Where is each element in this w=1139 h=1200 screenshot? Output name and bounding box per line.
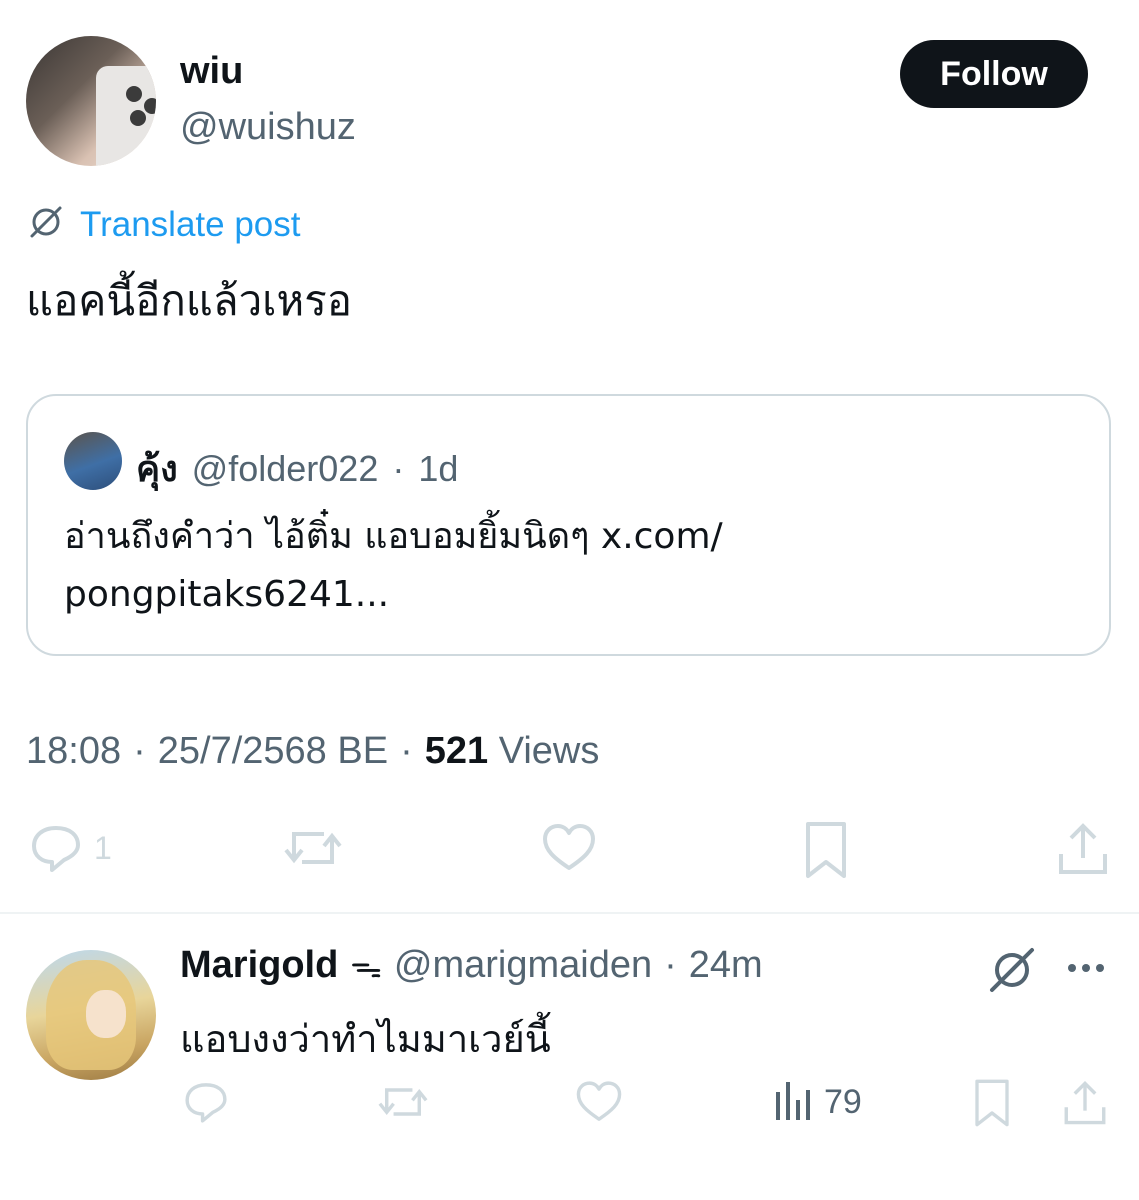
reply-author-handle[interactable]: @marigmaiden [394, 944, 652, 987]
bookmark-button[interactable] [802, 820, 850, 880]
quoted-text-line: อ่านถึงคำว่า ไอ้ติ๋ม แอบอมยิ้มนิดๆ x.com… [64, 516, 723, 557]
avatar-lens-dot [126, 86, 142, 102]
avatar-face-shape [86, 990, 126, 1038]
post-text: แอคนี้อีกแล้วเหรอ [26, 276, 352, 325]
reply-count: 1 [94, 829, 112, 866]
reply-reply-button[interactable] [182, 1078, 230, 1131]
author-display-name[interactable]: wiu [180, 50, 243, 93]
share-button[interactable] [1056, 820, 1110, 878]
bookmark-icon [802, 820, 850, 880]
reply-bookmark-button[interactable] [972, 1078, 1012, 1133]
like-icon [540, 820, 598, 876]
translate-icon [26, 202, 66, 247]
quoted-author-avatar [64, 432, 122, 490]
reply-repost-button[interactable] [376, 1078, 430, 1131]
reply-icon [28, 820, 84, 876]
quoted-post-text: อ่านถึงคำว่า ไอ้ติ๋ม แอบอมยิ้มนิดๆ x.com… [64, 508, 1074, 624]
like-icon [574, 1078, 624, 1131]
separator-dot: · [664, 944, 677, 986]
translate-icon [986, 948, 1038, 1000]
reply-views-count: 79 [824, 1083, 862, 1121]
more-options-button[interactable] [1066, 958, 1106, 983]
repost-button[interactable] [282, 820, 344, 876]
separator-dot: · [392, 448, 405, 489]
more-icon [1066, 964, 1106, 982]
reply-time[interactable]: 24m [689, 944, 763, 987]
translate-post-label: Translate post [80, 204, 301, 244]
follow-button[interactable]: Follow [900, 40, 1088, 108]
reply-like-button[interactable] [574, 1078, 624, 1131]
separator-dot: · [133, 730, 146, 772]
translate-post-link[interactable]: Translate post [26, 202, 300, 247]
reply-text: แอบงงว่าทำไมมาเวย์นี้ [180, 1017, 551, 1061]
repost-icon [282, 820, 344, 876]
share-icon [1062, 1078, 1108, 1133]
author-handle[interactable]: @wuishuz [180, 106, 356, 149]
quoted-post-header: คุ้ง @folder022 · 1d [136, 440, 458, 497]
separator-dot: · [400, 730, 413, 772]
repost-icon [376, 1078, 430, 1131]
quoted-text-line: pongpitaks6241... [64, 574, 390, 615]
divider [0, 912, 1139, 914]
post-time: 18:08 [26, 730, 122, 772]
bookmark-icon [972, 1078, 1012, 1133]
author-avatar[interactable] [26, 36, 156, 166]
views-icon [774, 1078, 814, 1127]
post-date: 25/7/2568 BE [157, 730, 389, 772]
avatar-phone-shape [96, 66, 156, 166]
reply-author-name[interactable]: Marigold [180, 944, 338, 987]
quoted-author-handle: @folder022 [191, 448, 379, 489]
reply-views-button[interactable]: 79 [774, 1078, 862, 1127]
reply-share-button[interactable] [1062, 1078, 1108, 1133]
reply-translate-button[interactable] [986, 944, 1038, 1001]
avatar-lens-dot [130, 110, 146, 126]
views-label: Views [498, 730, 600, 772]
reply-button[interactable]: 1 [28, 820, 112, 876]
reply-header: Marigold ᯓ @marigmaiden · 24m [180, 944, 763, 987]
quoted-author-name: คุ้ง [136, 449, 178, 490]
reply-author-badge: ᯓ [350, 947, 382, 985]
views-count: 521 [424, 730, 489, 772]
reply-icon [182, 1078, 230, 1131]
reply-author-avatar[interactable] [26, 950, 156, 1080]
share-icon [1056, 820, 1110, 878]
post-meta: 18:08 · 25/7/2568 BE · 521 Views [26, 730, 599, 773]
avatar-lens-dot [144, 98, 156, 114]
like-button[interactable] [540, 820, 598, 876]
quoted-post-time: 1d [418, 448, 459, 489]
